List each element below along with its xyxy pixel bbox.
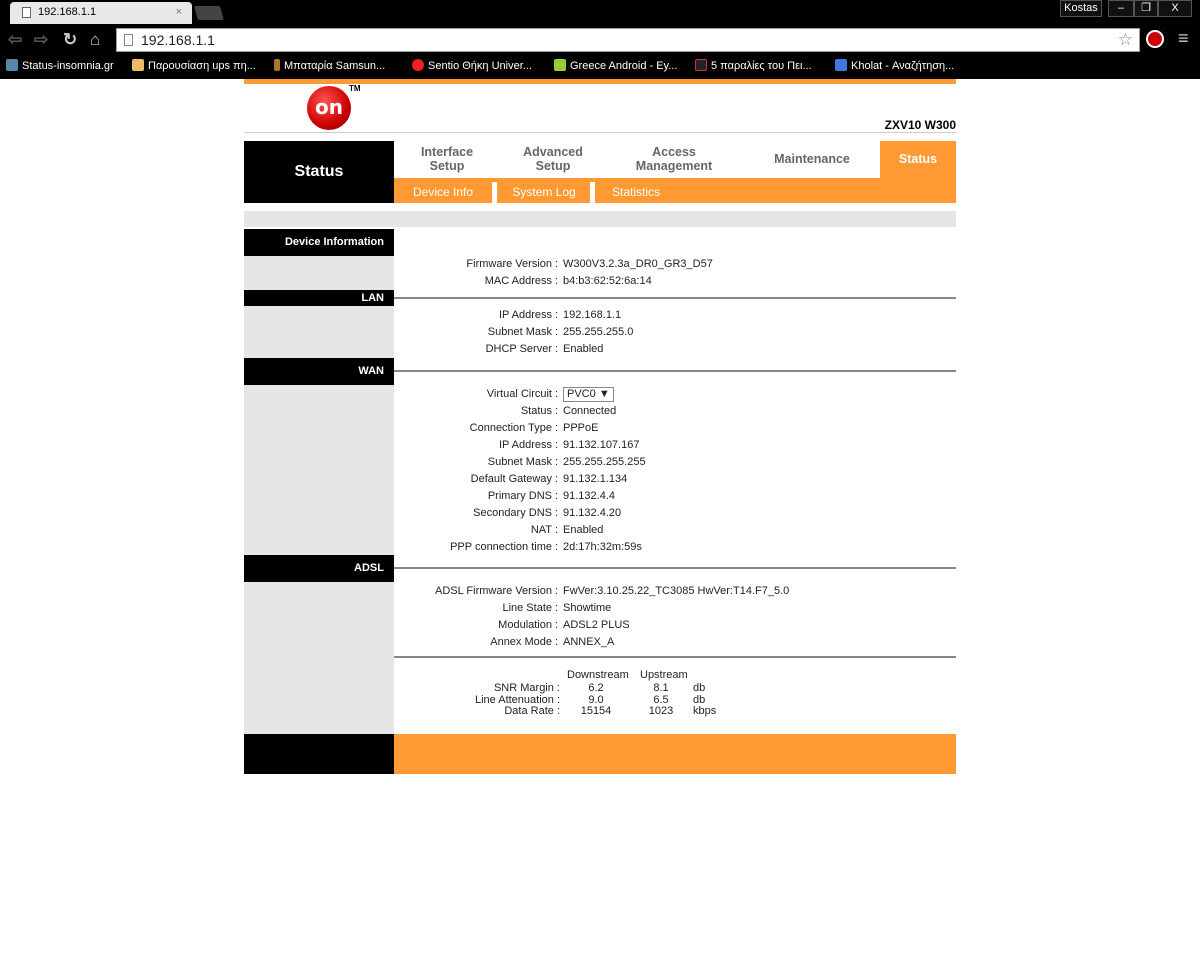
model-name: ZXV10 W300	[884, 118, 956, 132]
page-icon	[124, 34, 133, 46]
info-row: Subnet Mask:255.255.255.255	[487, 456, 646, 468]
bookmark-item[interactable]: Μπαταρία Samsun...	[274, 57, 385, 75]
info-row: Virtual Circuit: PVC0 ▼	[394, 386, 956, 402]
upstream-value: 1023	[648, 705, 674, 717]
divider	[394, 370, 956, 372]
info-row: DHCP Server: Enabled	[485, 343, 604, 355]
reload-icon[interactable]: ↻	[63, 30, 77, 50]
upstream-value: 8.1	[653, 682, 669, 694]
tab-title: 192.168.1.1	[38, 6, 97, 18]
downstream-value: 6.2	[588, 682, 604, 694]
divider	[244, 132, 956, 133]
back-icon[interactable]: ⇦	[8, 30, 22, 50]
close-window-icon[interactable]: X	[1158, 0, 1192, 17]
info-row: Subnet Mask:255.255.255.0	[487, 326, 634, 338]
info-row: Secondary DNS:91.132.4.20	[473, 507, 622, 519]
submenu-statistics[interactable]: Statistics	[595, 178, 677, 203]
browser-tab[interactable]: 192.168.1.1 ×	[10, 2, 192, 24]
adblock-icon[interactable]	[1146, 30, 1164, 48]
profile-button[interactable]: Kostas	[1060, 0, 1102, 17]
menu-advanced-setup[interactable]: Advanced Setup	[512, 145, 594, 173]
menu-icon[interactable]: ≡	[1178, 28, 1189, 49]
submenu-system-log[interactable]: System Log	[497, 178, 591, 203]
downstream-value: 15154	[580, 705, 612, 717]
stat-label: Data Rate :	[504, 705, 560, 717]
toolbar: ⇦ ⇨ ↻ ⌂ 192.168.1.1 ☆ ≡	[0, 24, 1200, 56]
stat-unit: db	[693, 682, 706, 694]
info-row: IP Address:91.132.107.167	[499, 439, 640, 451]
bookmark-item[interactable]: 5 παραλίες του Πει...	[695, 57, 812, 75]
info-row: Annex Mode: ANNEX_A	[490, 636, 615, 648]
minimize-icon[interactable]: –	[1108, 0, 1134, 17]
on-logo: on	[307, 86, 351, 130]
info-row: Modulation: ADSL2 PLUS	[498, 619, 630, 631]
info-row: PPP connection time:2d:17h:32m:59s	[450, 541, 642, 553]
info-row: Primary DNS:91.132.4.4	[487, 490, 615, 502]
virtual-circuit-select[interactable]: PVC0 ▼	[563, 387, 614, 402]
footer-left	[244, 734, 394, 774]
info-row: Firmware Version: W300V3.2.3a_DR0_GR3_D57	[466, 258, 713, 270]
info-row: Default Gateway:91.132.1.134	[470, 473, 628, 485]
menu-maintenance[interactable]: Maintenance	[760, 152, 864, 166]
menu-access-management[interactable]: Access Management	[624, 145, 724, 173]
section-header-lan: LAN	[244, 290, 394, 306]
submenu-device-info[interactable]: Device Info	[394, 178, 492, 203]
dropdown-arrow-icon: ▼	[598, 388, 610, 400]
bookmark-star-icon[interactable]: ☆	[1118, 30, 1133, 50]
divider	[394, 297, 956, 299]
info-row: Line State: Showtime	[502, 602, 612, 614]
divider	[394, 567, 956, 569]
spacer-band	[244, 211, 956, 227]
forward-icon[interactable]: ⇨	[34, 30, 48, 50]
address-bar[interactable]: 192.168.1.1 ☆	[116, 28, 1140, 52]
divider	[394, 656, 956, 658]
column-header-upstream: Upstream	[640, 669, 688, 681]
menu-status[interactable]: Status	[880, 141, 956, 178]
close-tab-icon[interactable]: ×	[176, 6, 182, 18]
restore-icon[interactable]: ❐	[1134, 0, 1158, 17]
section-header-adsl: ADSL	[244, 555, 394, 582]
page-icon	[22, 7, 31, 18]
info-row: IP Address:192.168.1.1	[499, 309, 622, 321]
section-header-device: Device Information	[244, 229, 394, 256]
column-header-downstream: Downstream	[567, 669, 629, 681]
info-row: Connection Type: PPPoE	[469, 422, 599, 434]
trademark: TM	[349, 84, 361, 93]
section-title: Status	[244, 141, 394, 203]
bookmark-item[interactable]: Παρουσίαση ups πη...	[132, 57, 256, 75]
url-text: 192.168.1.1	[141, 32, 215, 48]
info-row: ADSL Firmware Version: FwVer:3.10.25.22_T…	[435, 585, 790, 597]
submenu-bar: Device Info System Log Statistics	[394, 178, 956, 203]
new-tab-button[interactable]	[194, 6, 224, 20]
bookmark-item[interactable]: Kholat - Αναζήτηση...	[835, 57, 954, 75]
home-icon[interactable]: ⌂	[90, 30, 100, 50]
bookmark-item[interactable]: Sentio Θήκη Univer...	[412, 57, 532, 75]
bookmark-item[interactable]: Status-insomnia.gr	[6, 57, 114, 75]
footer-bar	[394, 734, 956, 774]
stat-unit: kbps	[693, 705, 717, 717]
info-row: NAT: Enabled	[530, 524, 604, 536]
browser-chrome: 192.168.1.1 × Kostas – ❐ X ⇦ ⇨ ↻ ⌂ 192.16…	[0, 0, 1200, 79]
bookmark-item[interactable]: Greece Android - Εy...	[554, 57, 677, 75]
section-header-wan: WAN	[244, 358, 394, 385]
stat-label: SNR Margin :	[493, 682, 560, 694]
info-row: Status: Connected	[520, 405, 617, 417]
menu-interface-setup[interactable]: Interface Setup	[410, 145, 484, 173]
info-row: MAC Address: b4:b3:62:52:6a:14	[484, 275, 652, 287]
